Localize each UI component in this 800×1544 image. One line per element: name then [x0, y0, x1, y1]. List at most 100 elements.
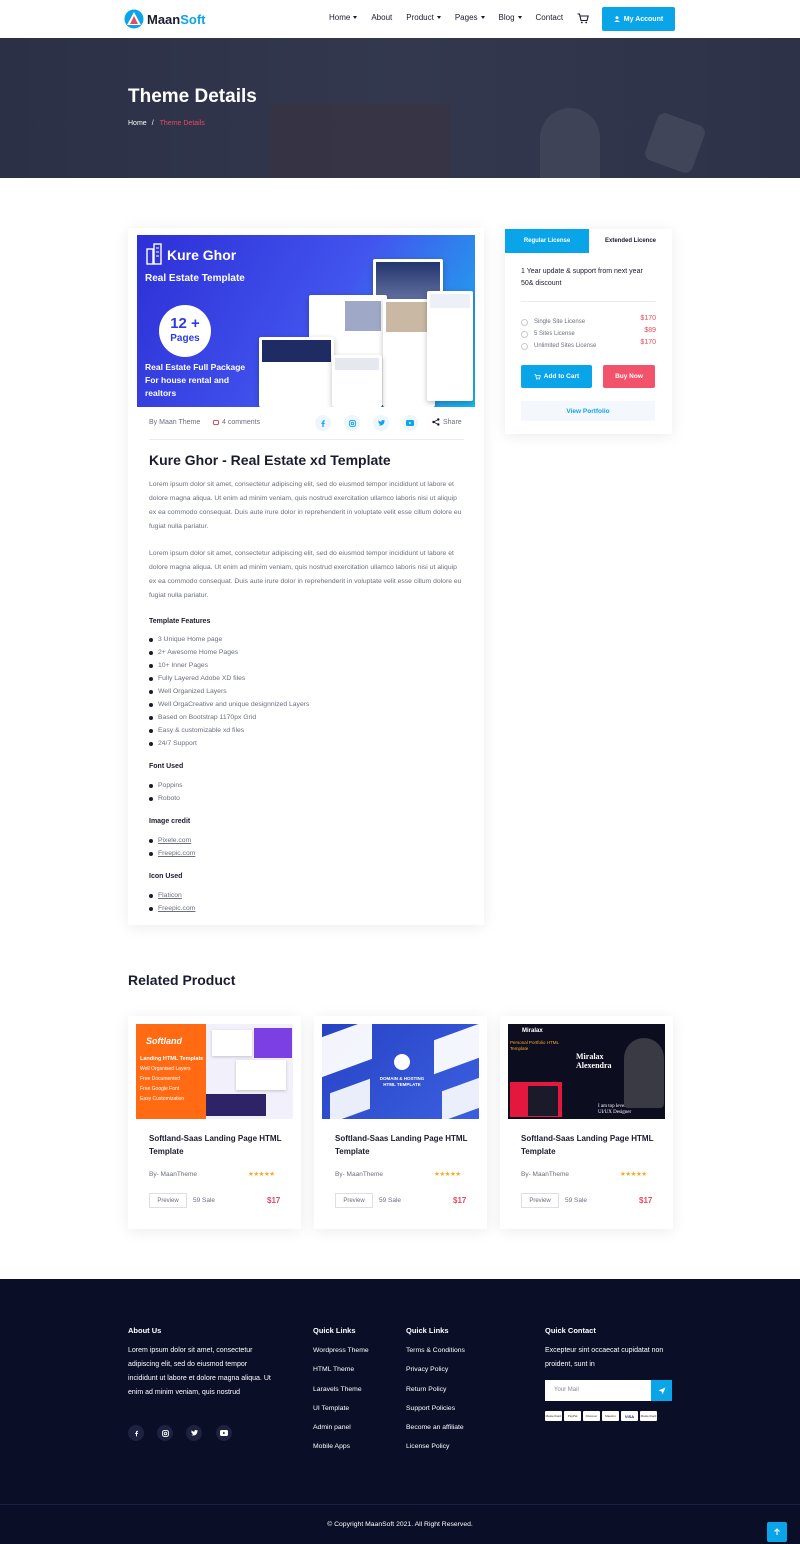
tab-extended-license[interactable]: Extended Licence	[589, 229, 672, 253]
fonts-list: Poppins Roboto	[149, 779, 183, 805]
list-item[interactable]: Freepic.com	[149, 902, 195, 915]
breadcrumb-home[interactable]: Home	[128, 120, 147, 127]
product-thumbnail[interactable]: DOMAIN & HOSTING HTML TEMPLATE	[322, 1024, 479, 1119]
list-item[interactable]: Freepic.com	[149, 847, 195, 860]
product-name[interactable]: Softland-Saas Landing Page HTML Template	[521, 1132, 661, 1158]
product-name[interactable]: Softland-Saas Landing Page HTML Template	[335, 1132, 475, 1158]
product-price: $17	[639, 1196, 653, 1205]
star-rating: ★★★★★	[248, 1171, 275, 1178]
banner-pages-badge: 12 + Pages	[159, 305, 211, 357]
maestro-icon: Maestro	[602, 1411, 619, 1421]
facebook-icon[interactable]	[128, 1425, 144, 1441]
list-item: Easy & customizable xd files	[149, 724, 309, 737]
product-thumbnail[interactable]: Miralax Personal Portfolio HTML Template…	[508, 1024, 665, 1119]
license-option-five-sites[interactable]: 5 Sites License $89	[521, 327, 656, 341]
contact-text: Excepteur sint occaecat cupidatat non pr…	[545, 1347, 664, 1368]
license-card: Regular License Extended Licence 1 Year …	[505, 229, 672, 434]
related-product-card[interactable]: Softland Landing HTML Template Well Orga…	[128, 1016, 301, 1229]
instagram-icon[interactable]	[344, 415, 360, 431]
footer-link[interactable]: Admin panel	[313, 1424, 369, 1443]
nav-about[interactable]: About	[371, 13, 392, 22]
copyright-text: © Copyright MaanSoft 2021. All Right Res…	[327, 1521, 473, 1528]
product-banner-image: Kure Ghor Real Estate Template 12 + Pages…	[137, 235, 475, 407]
footer-link[interactable]: Privacy Policy	[406, 1366, 465, 1385]
features-list: 3 Unique Home page 2+ Awesome Home Pages…	[149, 633, 309, 750]
template-screenshot	[259, 337, 334, 407]
footer-link[interactable]: Wordpress Theme	[313, 1347, 369, 1366]
footer-link[interactable]: License Policy	[406, 1443, 465, 1462]
email-input[interactable]: Your Mail	[545, 1380, 651, 1401]
list-item[interactable]: Flaticon	[149, 889, 195, 902]
nav-blog[interactable]: Blog	[499, 13, 522, 22]
chevron-down-icon	[480, 16, 485, 19]
list-item: Well Organized Layers	[149, 685, 309, 698]
license-option-single[interactable]: Single Site License $170	[521, 315, 656, 329]
twitter-icon[interactable]	[373, 415, 389, 431]
view-portfolio-button[interactable]: View Portfolio	[521, 401, 655, 421]
footer-link[interactable]: Terms & Conditions	[406, 1347, 465, 1366]
buy-now-button[interactable]: Buy Now	[603, 365, 655, 388]
twitter-icon[interactable]	[186, 1425, 202, 1441]
arrow-up-icon	[774, 1528, 780, 1535]
tab-regular-license[interactable]: Regular License	[505, 229, 589, 253]
footer-link[interactable]: UI Template	[313, 1405, 369, 1424]
footer-link[interactable]: Support Policies	[406, 1405, 465, 1424]
youtube-icon[interactable]	[216, 1425, 232, 1441]
related-products-heading: Related Product	[128, 972, 236, 988]
banner-subtitle: Real Estate Template	[145, 273, 245, 284]
chevron-down-icon	[436, 16, 441, 19]
radio-button[interactable]	[521, 331, 528, 338]
list-item: 24/7 Support	[149, 737, 309, 750]
footer-link[interactable]: Return Policy	[406, 1386, 465, 1405]
page-hero: Theme Details Home / Theme Details	[0, 38, 800, 178]
footer-link[interactable]: Mobile Apps	[313, 1443, 369, 1462]
nav-pages[interactable]: Pages	[455, 13, 485, 22]
my-account-label: My Account	[623, 15, 664, 23]
product-name[interactable]: Softland-Saas Landing Page HTML Template	[149, 1132, 289, 1158]
main-nav: Home About Product Pages Blog Contact	[329, 13, 577, 22]
footer-link[interactable]: Become an affiliate	[406, 1424, 465, 1443]
youtube-icon[interactable]	[402, 415, 418, 431]
my-account-button[interactable]: My Account	[602, 7, 675, 31]
product-thumbnail[interactable]: Softland Landing HTML Template Well Orga…	[136, 1024, 293, 1119]
chevron-down-icon	[517, 16, 522, 19]
footer-link[interactable]: Laravels Theme	[313, 1386, 369, 1405]
hero-background-shape	[270, 104, 450, 178]
facebook-icon[interactable]	[315, 415, 331, 431]
preview-button[interactable]: Preview	[149, 1193, 187, 1208]
divider	[149, 439, 464, 440]
icons-used-list: Flaticon Freepic.com	[149, 889, 195, 915]
preview-button[interactable]: Preview	[521, 1193, 559, 1208]
share-button[interactable]: Share	[432, 418, 462, 426]
paypal-icon: PayPal	[564, 1411, 581, 1421]
preview-button[interactable]: Preview	[335, 1193, 373, 1208]
related-product-card[interactable]: DOMAIN & HOSTING HTML TEMPLATE Softland-…	[314, 1016, 487, 1229]
add-to-cart-button[interactable]: Add to Cart	[521, 365, 592, 388]
related-product-card[interactable]: Miralax Personal Portfolio HTML Template…	[500, 1016, 673, 1229]
radio-button[interactable]	[521, 343, 528, 350]
instagram-icon[interactable]	[157, 1425, 173, 1441]
nav-home[interactable]: Home	[329, 13, 358, 22]
chevron-down-icon	[353, 16, 358, 19]
hero-background-shape	[642, 110, 708, 176]
list-item[interactable]: Pixele.com	[149, 834, 195, 847]
radio-button[interactable]	[521, 319, 528, 326]
product-title: Kure Ghor - Real Estate xd Template	[149, 452, 391, 468]
send-button[interactable]	[651, 1380, 672, 1401]
cart-icon[interactable]	[577, 13, 589, 24]
back-to-top-button[interactable]	[767, 1522, 787, 1542]
footer-link[interactable]: HTML Theme	[313, 1366, 369, 1385]
license-option-unlimited[interactable]: Unlimited Sites License $170	[521, 339, 656, 353]
nav-product[interactable]: Product	[406, 13, 441, 22]
nav-contact[interactable]: Contact	[536, 13, 564, 22]
template-screenshot	[427, 291, 473, 401]
comments-link[interactable]: 4 comments	[213, 419, 260, 426]
mastercard-icon: MasterCard	[640, 1411, 657, 1421]
star-rating: ★★★★★	[620, 1171, 647, 1178]
list-item: Poppins	[149, 779, 183, 792]
list-item: 2+ Awesome Home Pages	[149, 646, 309, 659]
about-text: Lorem ipsum dolor sit amet, consectetur …	[128, 1347, 271, 1396]
site-logo[interactable]: MaanSoft	[124, 9, 206, 29]
rocket-icon	[394, 1054, 410, 1070]
policy-links-list: Terms & Conditions Privacy Policy Return…	[406, 1347, 465, 1463]
